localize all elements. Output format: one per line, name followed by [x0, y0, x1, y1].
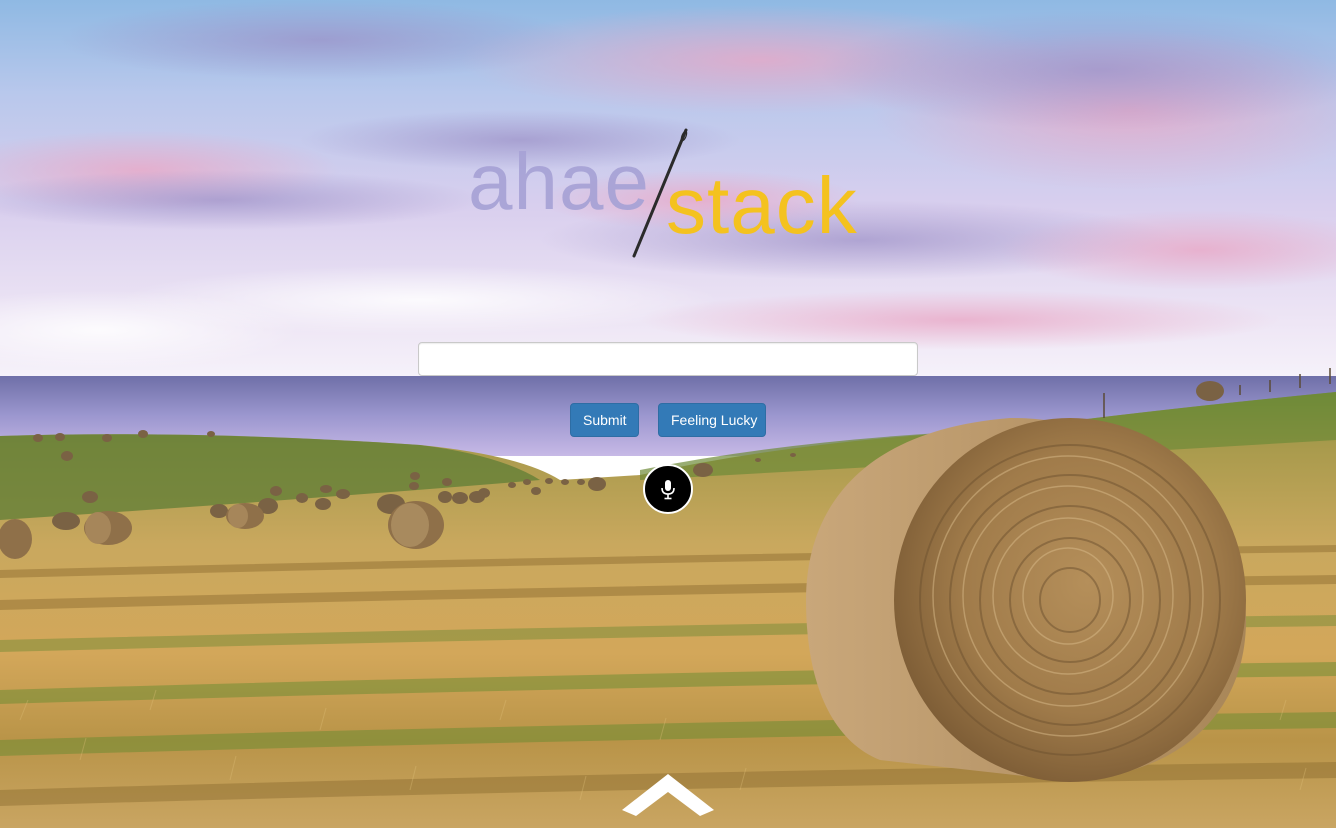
logo-text-stack: stack: [666, 161, 858, 250]
page: ahae stack Submit Feeling Lucky: [0, 0, 1336, 828]
voice-search-button[interactable]: [643, 464, 693, 514]
ahaestack-logo: ahae stack: [468, 120, 868, 260]
submit-button[interactable]: Submit: [570, 403, 639, 437]
search-input[interactable]: [418, 342, 918, 376]
feeling-lucky-button[interactable]: Feeling Lucky: [658, 403, 766, 437]
logo-text-ahae: ahae: [468, 137, 650, 226]
chevron-up-icon[interactable]: [618, 770, 718, 820]
microphone-icon: [661, 480, 675, 500]
